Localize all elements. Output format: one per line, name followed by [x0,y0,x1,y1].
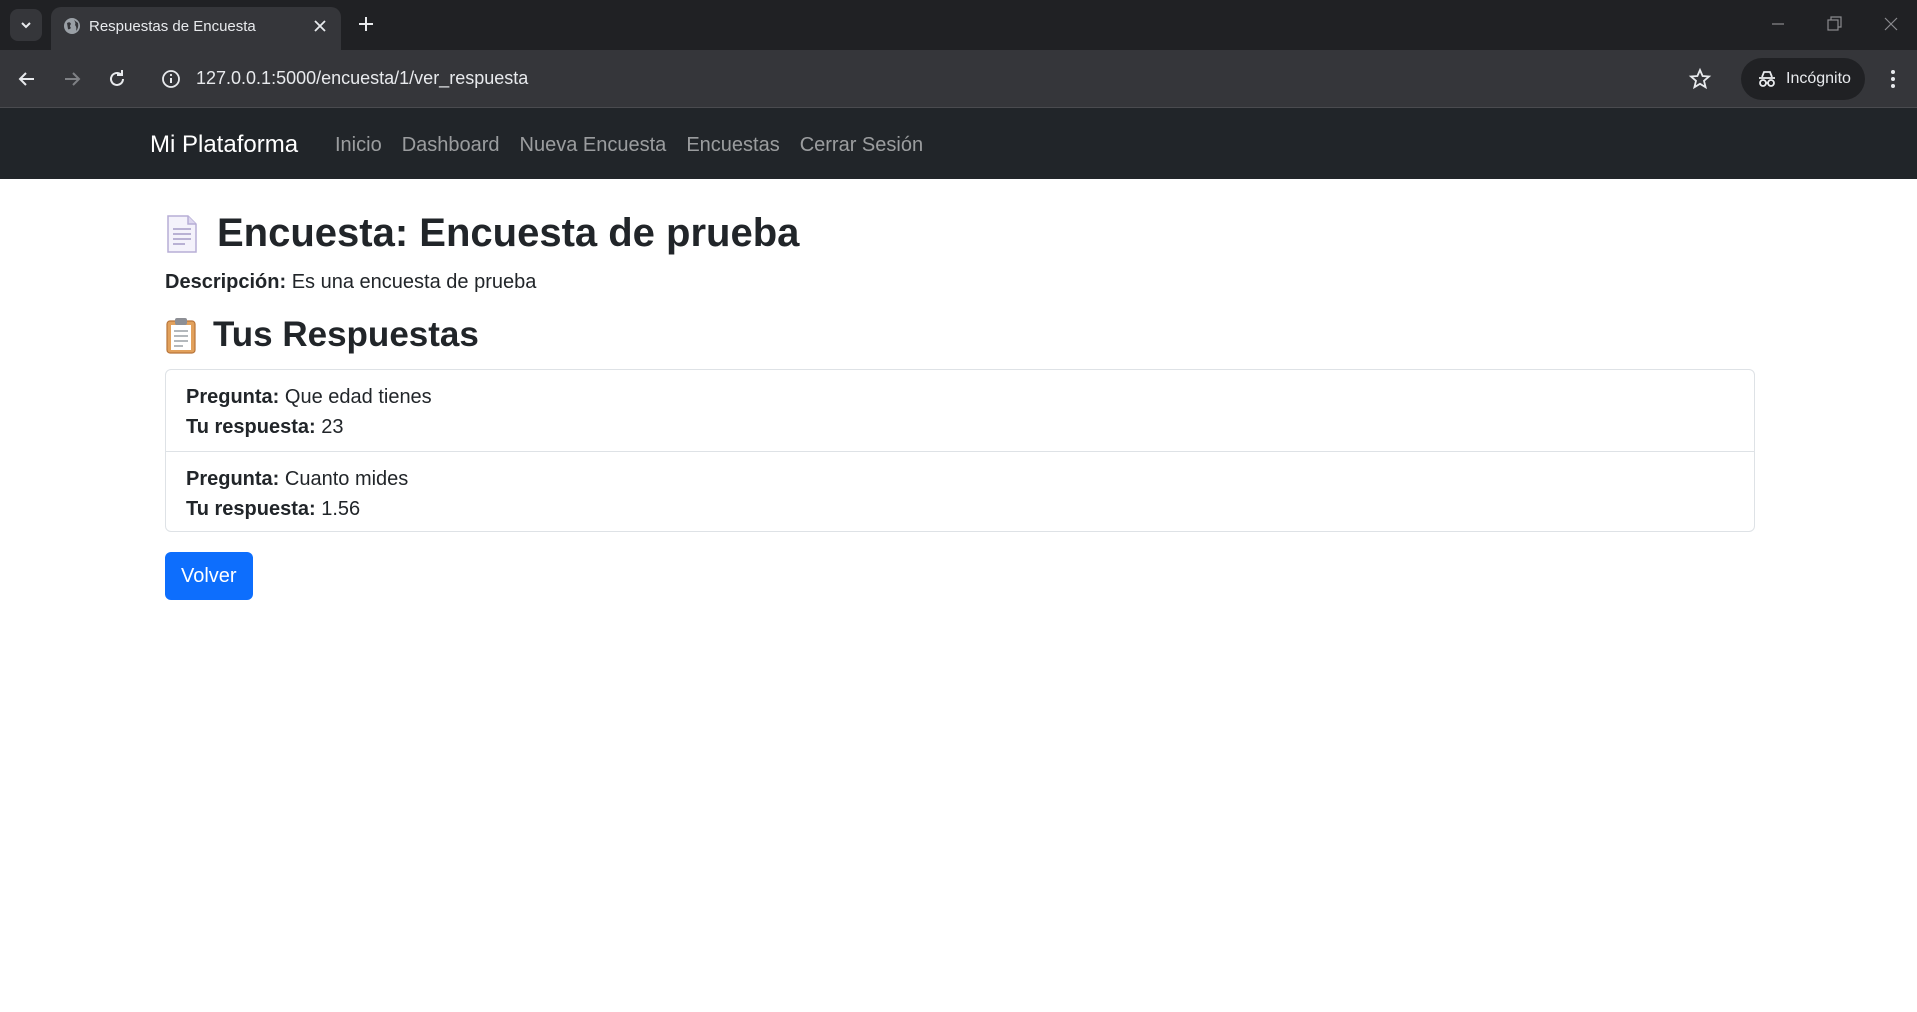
question-line: Pregunta: Cuanto mides [186,464,1734,494]
question-text: Que edad tienes [284,386,432,408]
incognito-icon [1759,71,1775,87]
nav-link-inicio[interactable]: Inicio [335,134,382,157]
question-text: Cuanto mides [284,468,409,490]
nav-link-encuestas[interactable]: Encuestas [686,134,779,157]
minimize-icon[interactable] [1766,12,1790,36]
survey-description: Descripción: Es una encuesta de prueba [165,271,536,294]
close-tab-icon[interactable] [311,17,329,35]
section-title: Tus Respuestas [213,315,479,354]
question-label: Pregunta: [186,386,280,408]
responses-heading: Tus Respuestas [165,315,479,355]
clipboard-icon [166,318,196,354]
list-item: Pregunta: Cuanto mides Tu respuesta: 1.5… [166,451,1754,531]
browser-tab-strip: Respuestas de Encuesta [0,0,1917,50]
incognito-label: Incógnito [1786,70,1851,87]
answer-label: Tu respuesta: [186,416,316,438]
answer-value: 1.56 [321,498,361,520]
list-item: Pregunta: Que edad tienes Tu respuesta: … [166,370,1754,451]
forward-arrow-icon[interactable] [59,66,85,92]
back-button[interactable]: Volver [165,552,253,600]
question-label: Pregunta: [186,468,280,490]
browser-tab-active[interactable]: Respuestas de Encuesta [51,7,341,50]
more-menu-icon[interactable] [1880,65,1906,93]
responses-list: Pregunta: Que edad tienes Tu respuesta: … [165,369,1755,532]
chevron-down-icon [21,22,31,29]
app-navbar: Mi Plataforma Inicio Dashboard Nueva Enc… [0,108,1917,179]
site-info-icon[interactable] [160,68,182,90]
browser-toolbar: 127.0.0.1:5000/encuesta/1/ver_respuesta … [0,50,1917,108]
description-text: Es una encuesta de prueba [291,271,537,293]
back-arrow-icon[interactable] [14,66,40,92]
tab-title: Respuestas de Encuesta [89,18,256,35]
nav-link-cerrar-sesion[interactable]: Cerrar Sesión [800,134,923,157]
reload-icon[interactable] [104,66,130,92]
navbar-brand[interactable]: Mi Plataforma [150,131,298,159]
page-title: Encuesta: Encuesta de prueba [217,211,800,255]
restore-icon[interactable] [1822,12,1846,36]
answer-value: 23 [321,416,344,438]
description-label: Descripción: [165,271,287,293]
survey-heading: Encuesta: Encuesta de prueba [165,211,799,256]
answer-line: Tu respuesta: 1.56 [186,494,1734,524]
navbar-links: Inicio Dashboard Nueva Encuesta Encuesta… [335,134,923,157]
answer-line: Tu respuesta: 23 [186,412,1734,442]
close-window-icon[interactable] [1879,12,1903,36]
answer-label: Tu respuesta: [186,498,316,520]
question-line: Pregunta: Que edad tienes [186,382,1734,412]
nav-link-dashboard[interactable]: Dashboard [402,134,500,157]
globe-icon [64,18,80,34]
nav-link-nueva-encuesta[interactable]: Nueva Encuesta [520,134,667,157]
address-bar-url[interactable]: 127.0.0.1:5000/encuesta/1/ver_respuesta [196,68,528,89]
bookmark-star-icon[interactable] [1688,67,1712,91]
new-tab-icon[interactable] [354,12,378,36]
tab-search-button[interactable] [10,9,42,41]
incognito-badge[interactable]: Incógnito [1741,58,1865,100]
document-icon [167,214,197,253]
